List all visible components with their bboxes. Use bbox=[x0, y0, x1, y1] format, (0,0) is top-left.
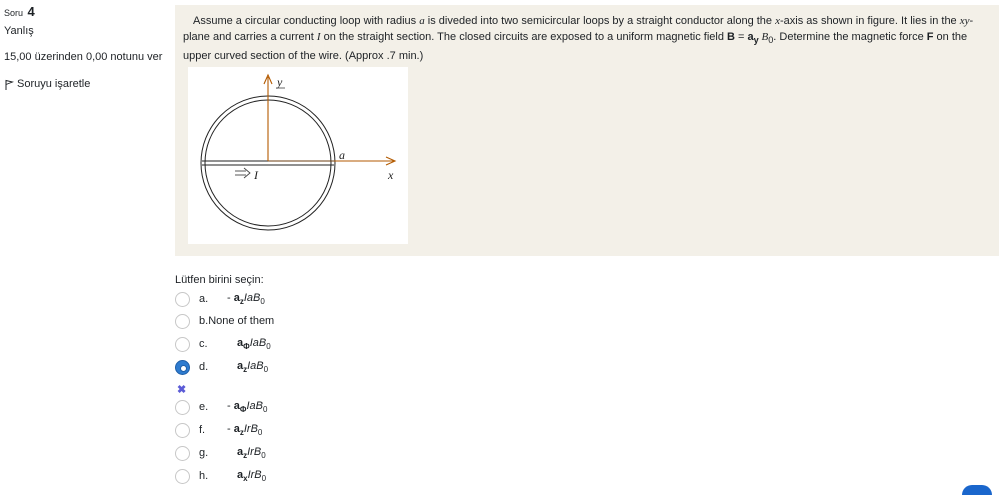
answer-radio[interactable] bbox=[175, 422, 190, 438]
answer-radio[interactable] bbox=[175, 313, 190, 329]
answer-expression: IrB bbox=[243, 422, 258, 435]
answer-expression: IaB bbox=[247, 359, 264, 372]
question-figure: y a I x bbox=[188, 67, 408, 244]
question-info: Soru 4 Yanlış 15,00 üzerinden 0,00 notun… bbox=[4, 4, 164, 90]
x-axis-label: x bbox=[387, 168, 394, 182]
q-seg: . Determine the magnetic force bbox=[773, 31, 927, 43]
question-number: Soru 4 bbox=[4, 4, 164, 19]
q-seg: on the straight section. The closed circ… bbox=[320, 31, 727, 43]
answer-radio[interactable] bbox=[175, 445, 190, 461]
answer-unit-vector-sub: Φ bbox=[243, 342, 250, 352]
answer-sign: - bbox=[227, 291, 234, 304]
current-arrow-head bbox=[243, 167, 251, 179]
answer-letter: h. bbox=[199, 470, 209, 482]
q-seg: -axis as shown in figure. It lies in the bbox=[779, 15, 960, 27]
answer-option[interactable]: f. - azIrB0 bbox=[175, 421, 475, 439]
answer-option[interactable]: c. aΦIaB0 bbox=[175, 335, 475, 353]
answer-radio[interactable] bbox=[175, 399, 190, 415]
answer-expression-sub: 0 bbox=[261, 451, 266, 461]
answer-option[interactable]: e. - aΦIaB0 bbox=[175, 398, 475, 416]
answer-letter: f. bbox=[199, 424, 206, 436]
answer-expression-sub: 0 bbox=[266, 342, 271, 352]
answer-sign: - bbox=[227, 422, 234, 435]
answer-text: - azIrB0 bbox=[227, 423, 262, 437]
answer-text: azIrB0 bbox=[237, 446, 266, 460]
answer-text: axIrB0 bbox=[237, 469, 266, 483]
answer-radio[interactable] bbox=[175, 291, 190, 307]
answer-option[interactable]: h. axIrB0 bbox=[175, 467, 475, 485]
answer-option[interactable]: b. None of them bbox=[175, 312, 475, 330]
q-seg: = bbox=[734, 31, 748, 43]
y-axis-label: y bbox=[276, 75, 283, 89]
q-var-b0: B bbox=[758, 31, 769, 43]
answer-expression: IrB bbox=[247, 445, 262, 458]
answer-letter: g. bbox=[199, 447, 209, 459]
floating-action-button[interactable] bbox=[962, 485, 992, 495]
flag-question-label: Soruyu işaretle bbox=[17, 78, 91, 90]
answer-expression-sub: 0 bbox=[262, 405, 268, 415]
answer-expression: IaB bbox=[243, 291, 261, 304]
answer-prompt: Lütfen birini seçin: bbox=[175, 274, 264, 286]
answer-expression: IaB bbox=[249, 336, 267, 349]
answer-letter: c. bbox=[199, 338, 208, 350]
question-grade: 15,00 üzerinden 0,00 notunu ver bbox=[4, 51, 163, 63]
question-text-box: Assume a circular conducting loop with r… bbox=[175, 5, 999, 256]
answer-text: None of them bbox=[208, 315, 275, 327]
answer-text: - azIaB0 bbox=[227, 292, 265, 306]
answer-block: Lütfen birini seçin: ✖ bbox=[175, 274, 575, 396]
answer-expression-sub: 0 bbox=[257, 428, 263, 438]
answer-text: azIaB0 bbox=[237, 360, 268, 374]
flag-question-link[interactable]: Soruyu işaretle bbox=[4, 78, 164, 90]
q-var-xy: xy bbox=[959, 15, 970, 27]
wrong-answer-icon: ✖ bbox=[177, 384, 187, 396]
q-vec-b: B bbox=[727, 31, 735, 43]
q-seg: is diveded into two semicircular loops b… bbox=[424, 15, 776, 27]
answer-radio[interactable] bbox=[175, 336, 190, 352]
answer-expression: IrB bbox=[247, 468, 262, 481]
q-seg: Assume a circular conducting loop with r… bbox=[193, 15, 420, 27]
current-i-label: I bbox=[253, 168, 259, 182]
flag-icon bbox=[4, 79, 14, 90]
answer-expression: IaB bbox=[246, 399, 263, 412]
answer-expression-sub: 0 bbox=[261, 474, 267, 484]
q-vec-f: F bbox=[926, 31, 934, 43]
answer-letter: b. bbox=[199, 315, 209, 327]
answer-text: aΦIaB0 bbox=[237, 337, 271, 351]
answer-letter: e. bbox=[199, 401, 209, 413]
question-number-label: Soru bbox=[4, 8, 24, 18]
answer-option[interactable]: a. - azIaB0 bbox=[175, 290, 475, 308]
answer-sign: - bbox=[227, 399, 234, 412]
answer-letter: d. bbox=[199, 361, 209, 373]
answer-radio[interactable] bbox=[175, 359, 190, 375]
question-state: Yanlış bbox=[4, 25, 34, 37]
answer-option[interactable]: g. azIrB0 bbox=[175, 444, 475, 462]
answer-text: - aΦIaB0 bbox=[227, 400, 267, 414]
question-text: Assume a circular conducting loop with r… bbox=[183, 13, 995, 64]
answer-expression-sub: 0 bbox=[260, 297, 265, 307]
answer-radio[interactable] bbox=[175, 468, 190, 484]
radius-a-label: a bbox=[339, 148, 345, 162]
answer-expression-sub: 0 bbox=[263, 365, 269, 375]
loop-diagram: y a I x bbox=[200, 73, 397, 231]
question-number-value: 4 bbox=[27, 4, 35, 19]
answer-option[interactable]: d. azIaB0 bbox=[175, 358, 475, 376]
answer-letter: a. bbox=[199, 293, 209, 305]
